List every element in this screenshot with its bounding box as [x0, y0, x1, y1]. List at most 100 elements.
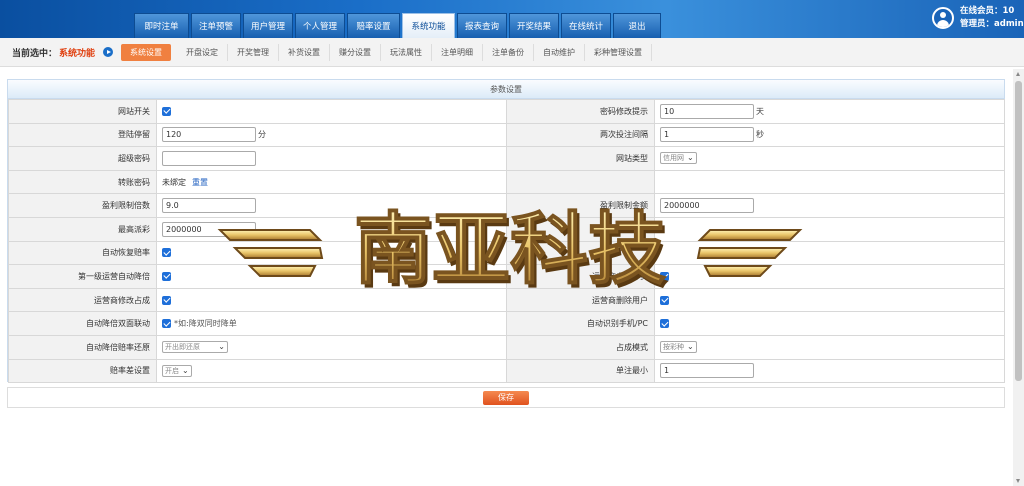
- table-row: 自动降倍赔率还原 开出即还原 占成模式 按彩种: [8, 334, 1005, 360]
- site-switch-checkbox[interactable]: [162, 106, 171, 116]
- nav-item[interactable]: 注单预警: [191, 13, 241, 38]
- pwd-tip-input[interactable]: 10: [660, 103, 754, 119]
- subtab-item[interactable]: 注单明细: [432, 43, 484, 61]
- auto-drop-link-note: *如:降双同时降单: [174, 319, 237, 329]
- super-pwd-label: 超级密码: [8, 146, 157, 171]
- settings-panel: 参数设置 网站开关 密码修改提示 10 天 登陆停留 120 分 两次投注间隔 1秒…: [7, 79, 1005, 384]
- operator-share-checkbox[interactable]: [162, 295, 171, 305]
- table-row: 转账密码 未绑定 重置: [8, 169, 1005, 195]
- user-info: 在线会员：10 管理员：admin: [932, 3, 1024, 33]
- pwd-tip-label: 密码修改提示: [506, 99, 655, 124]
- sub-navigation: 当前选中： 系统功能 系统设置 开盘设定 开奖管理 补货设置 赚分设置 玩法属性 注单明细注…: [0, 38, 1024, 67]
- operator-share-label: 运营商修改占成: [8, 287, 157, 313]
- auto-drop-restore-select[interactable]: 开出即还原: [162, 341, 228, 354]
- subtab-item[interactable]: 自动维护: [534, 43, 586, 61]
- table-row: 自动降倍双面联动 *如:降双同时降单 自动识别手机/PC: [8, 311, 1005, 336]
- operator-fill-checkbox[interactable]: [660, 271, 669, 281]
- subtab-item[interactable]: 补货设置: [279, 43, 331, 61]
- auto-odds-restore-checkbox[interactable]: [162, 248, 171, 258]
- scroll-up-icon[interactable]: [1016, 72, 1020, 76]
- subtab-item[interactable]: 赚分设置: [330, 43, 382, 61]
- min-bet-input[interactable]: 1: [660, 363, 754, 379]
- online-count: 在线会员：10: [960, 6, 1015, 16]
- auto-drop-link-label: 自动降倍双面联动: [8, 311, 157, 336]
- credit-clear-label: 信用额度归零: [506, 216, 655, 242]
- table-row: 最高派彩 2000000 信用额度归零: [8, 216, 1005, 242]
- nav-item[interactable]: 退出: [613, 13, 661, 38]
- bet-interval-unit: 秒: [756, 130, 764, 140]
- subtab-item[interactable]: 开奖管理: [228, 43, 280, 61]
- nav-item[interactable]: 开奖结果: [509, 13, 559, 38]
- operator-fill-label: 运营商自动补货: [506, 264, 655, 289]
- save-bar: 保存: [7, 387, 1005, 408]
- table-row: 网站开关 密码修改提示 10 天: [8, 99, 1005, 124]
- auto-drop-restore-label: 自动降倍赔率还原: [8, 334, 157, 360]
- auto-detect-checkbox[interactable]: [660, 319, 669, 329]
- operator-delete-label: 运营商删除用户: [506, 287, 655, 313]
- bet-interval-input[interactable]: 1: [660, 127, 754, 143]
- super-pwd-input[interactable]: [162, 150, 256, 166]
- profit-multiple-label: 盈利限制倍数: [8, 193, 157, 218]
- site-switch-label: 网站开关: [8, 99, 157, 124]
- nav-item[interactable]: 即时注单: [134, 13, 189, 38]
- nav-item[interactable]: 赔率设置: [347, 13, 400, 38]
- table-row: 自动恢复赔率: [8, 240, 1005, 266]
- nav-item[interactable]: 系统功能: [402, 13, 455, 38]
- settings-table: 网站开关 密码修改提示 10 天 登陆停留 120 分 两次投注间隔 1秒 超级密码…: [8, 99, 1005, 384]
- main-nav: 即时注单 注单预警 用户管理 个人管理 赔率设置 系统功能 报表查询 开奖结果 在线统计 退出: [134, 13, 663, 38]
- page-scrollbar[interactable]: [1013, 69, 1024, 486]
- top-header: 即时注单 注单预警 用户管理 个人管理 赔率设置 系统功能 报表查询 开奖结果 在线统计 退出 在…: [0, 0, 1024, 38]
- min-bet-label: 单注最小: [506, 358, 655, 384]
- transfer-pwd-label: 转账密码: [8, 169, 157, 195]
- user-avatar-icon: [932, 7, 954, 29]
- auto-odds-restore-label: 自动恢复赔率: [8, 240, 157, 266]
- table-row: 赔率差设置 开启 单注最小 1: [8, 358, 1005, 384]
- auto-detect-label: 自动识别手机/PC: [506, 311, 655, 336]
- login-stop-unit: 分: [258, 130, 266, 140]
- level1-drop-label: 第一级运营自动降倍: [8, 264, 157, 289]
- share-mode-select[interactable]: 按彩种: [660, 341, 697, 354]
- table-row: 盈利限制倍数 9.0 盈利限制金额 2000000: [8, 193, 1005, 218]
- auto-drop-link-checkbox[interactable]: [162, 319, 171, 329]
- subtab-item[interactable]: 彩种管理设置: [585, 43, 653, 61]
- table-row: 超级密码 网站类型 信用网: [8, 146, 1005, 171]
- subtab-item[interactable]: 系统设置: [121, 43, 172, 61]
- nav-item[interactable]: 用户管理: [243, 13, 293, 38]
- table-row: 运营商修改占成 运营商删除用户: [8, 287, 1005, 313]
- panel-title: 参数设置: [8, 80, 1004, 99]
- table-row: 登陆停留 120 分 两次投注间隔 1秒: [8, 122, 1005, 148]
- nav-item[interactable]: 报表查询: [457, 13, 507, 38]
- login-stop-label: 登陆停留: [8, 122, 157, 148]
- table-row: 第一级运营自动降倍 运营商自动补货: [8, 264, 1005, 289]
- sub-tabs: 系统设置 开盘设定 开奖管理 补货设置 赚分设置 玩法属性 注单明细 注单备份 自动维护 彩种管理…: [113, 43, 653, 61]
- site-type-label: 网站类型: [506, 146, 655, 171]
- save-button[interactable]: 保存: [483, 390, 529, 405]
- current-section: 系统功能: [59, 48, 96, 59]
- profit-amount-input[interactable]: 2000000: [660, 198, 754, 214]
- login-stop-input[interactable]: 120: [162, 127, 256, 143]
- admin-name: 管理员：admin: [960, 19, 1024, 29]
- profit-multiple-input[interactable]: 9.0: [162, 198, 256, 214]
- level1-drop-checkbox[interactable]: [162, 271, 171, 281]
- subtab-item[interactable]: 开盘设定: [177, 43, 229, 61]
- operator-delete-checkbox[interactable]: [660, 295, 669, 305]
- nav-item[interactable]: 个人管理: [295, 13, 345, 38]
- subtab-item[interactable]: 玩法属性: [381, 43, 433, 61]
- nav-item[interactable]: 在线统计: [561, 13, 611, 38]
- odds-diff-label: 赔率差设置: [8, 358, 157, 384]
- scrollbar-thumb[interactable]: [1015, 81, 1022, 381]
- pwd-tip-unit: 天: [756, 106, 764, 116]
- current-label: 当前选中：: [12, 48, 58, 59]
- max-rebate-input[interactable]: 2000000: [162, 221, 256, 237]
- subtab-item[interactable]: 注单备份: [483, 43, 535, 61]
- max-rebate-label: 最高派彩: [8, 216, 157, 242]
- transfer-pwd-status: 未绑定: [162, 177, 186, 187]
- site-type-select[interactable]: 信用网: [660, 152, 697, 165]
- odds-diff-select[interactable]: 开启: [162, 364, 192, 377]
- profit-amount-label: 盈利限制金额: [506, 193, 655, 218]
- transfer-pwd-reset-link[interactable]: 重置: [192, 178, 208, 187]
- bet-interval-label: 两次投注间隔: [506, 122, 655, 148]
- scroll-down-icon[interactable]: [1016, 479, 1020, 483]
- share-mode-label: 占成模式: [506, 334, 655, 360]
- play-arrow-icon: [103, 47, 114, 57]
